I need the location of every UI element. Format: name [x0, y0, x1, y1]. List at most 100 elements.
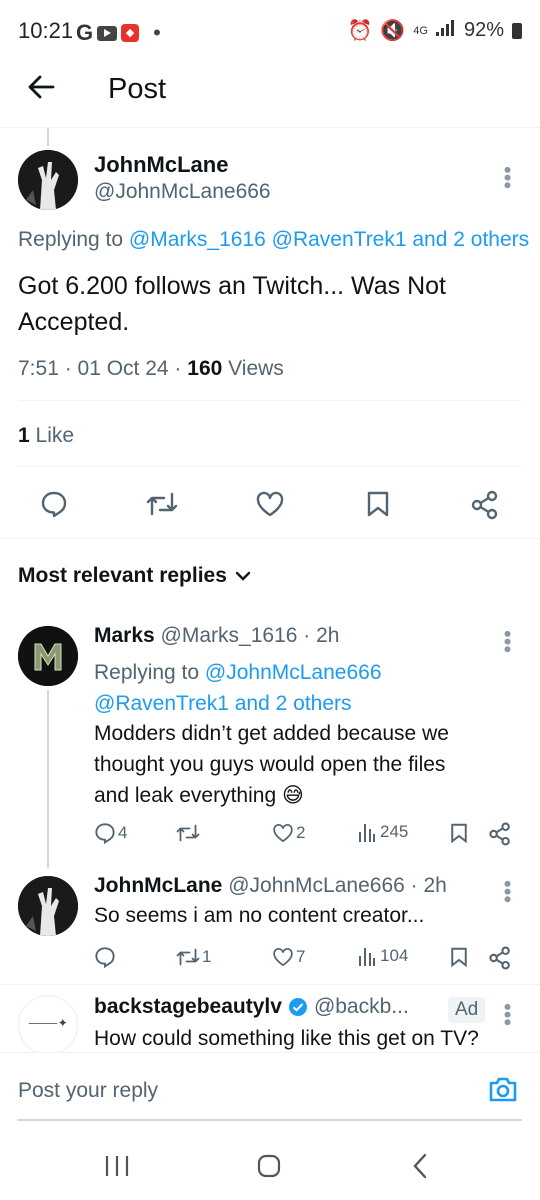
reply-like-button[interactable]: 7: [272, 946, 305, 968]
reply-author-handle[interactable]: @JohnMcLane666 · 2h: [228, 874, 447, 897]
reply-author-name[interactable]: JohnMcLane: [94, 874, 222, 897]
battery-percent: 92%: [463, 19, 504, 41]
reply-text-line: Modders didn’t get added because we: [94, 722, 449, 745]
home-icon: [257, 1154, 281, 1178]
ad-logo-icon: ⸻✦⸻: [28, 1016, 68, 1030]
app-notification-icon: ◆: [121, 24, 140, 42]
status-system-icons: ⏰ 🔇 4G 92%: [347, 18, 522, 43]
recents-icon: [105, 1156, 129, 1176]
reply-input[interactable]: Post your reply: [18, 1079, 158, 1103]
reply-text: So seems i am no content creator...: [94, 904, 425, 927]
more-notifications-dot: •: [153, 20, 161, 45]
share-icon: [489, 822, 510, 846]
verified-badge-icon: [288, 998, 307, 1016]
likes-label: Like: [29, 424, 75, 447]
reply-repost-button[interactable]: 1: [176, 946, 211, 968]
reply-replying-to: Replying to @JohnMcLane666 @RavenTrek1 a…: [94, 657, 382, 719]
reply-repost-button[interactable]: [176, 822, 202, 844]
battery-icon: [512, 22, 522, 39]
replies-sort-dropdown[interactable]: Most relevant replies: [18, 564, 251, 588]
reply-text-line: thought you guys would open the files: [94, 753, 446, 776]
ad-text: How could something like this get on TV?: [94, 1027, 479, 1050]
alarm-icon: ⏰: [347, 20, 373, 42]
post-replying-to: Replying to @Marks_1616 @RavenTrek1 and …: [18, 228, 540, 252]
avatar[interactable]: [18, 876, 78, 936]
replying-targets[interactable]: @Marks_1616 @RavenTrek1 and 2 others: [129, 228, 529, 251]
ad-post[interactable]: ⸻✦⸻ backstagebeautylv @backb... Ad ••• H…: [0, 985, 540, 1052]
like-count: 7: [296, 947, 306, 966]
signal-icon: [435, 19, 456, 42]
back-button[interactable]: [26, 72, 56, 110]
avatar[interactable]: [18, 626, 78, 686]
camera-button[interactable]: [488, 1075, 518, 1108]
home-button[interactable]: [256, 1153, 282, 1184]
mute-icon: 🔇: [380, 20, 406, 42]
views-count: 104: [380, 946, 409, 965]
post-likes[interactable]: 1 Like: [18, 424, 74, 448]
replying-target[interactable]: @JohnMcLane666: [205, 661, 382, 684]
post-text: Got 6.200 follows an Twitch... Was Not A…: [18, 268, 446, 340]
chevron-down-icon: [235, 571, 251, 581]
like-button[interactable]: [255, 490, 285, 518]
system-nav-bar: [0, 1132, 540, 1200]
reply-share-button[interactable]: [488, 946, 512, 975]
reply-share-button[interactable]: [488, 822, 512, 851]
recents-button[interactable]: [104, 1154, 130, 1183]
share-button[interactable]: [470, 490, 500, 520]
repost-icon: [176, 824, 200, 842]
post-views-label: Views: [222, 357, 284, 380]
ad-author-handle[interactable]: @backb...: [314, 995, 409, 1019]
avatar[interactable]: ⸻✦⸻: [18, 995, 78, 1052]
likes-count: 1: [18, 424, 30, 447]
post-author-name[interactable]: JohnMcLane: [94, 152, 228, 178]
post-text-line: Got 6.200 follows an Twitch... Was Not: [18, 272, 446, 300]
post-timestamp: 7:51 · 01 Oct 24 ·: [18, 357, 188, 380]
google-icon: G: [76, 20, 94, 45]
top-app-bar: Post: [0, 60, 540, 128]
reply-icon: [41, 491, 67, 518]
ad-header: backstagebeautylv @backb...: [94, 995, 409, 1019]
reply-more-icon[interactable]: •••: [495, 880, 520, 903]
share-icon: [489, 946, 510, 970]
page-title: Post: [108, 73, 167, 105]
bookmark-button[interactable]: [366, 490, 390, 518]
camera-icon: [489, 1077, 517, 1102]
reply-bookmark-button[interactable]: [450, 946, 468, 973]
youtube-icon: [97, 25, 118, 41]
reply-button[interactable]: [40, 490, 68, 518]
reply-more-icon[interactable]: •••: [495, 630, 520, 653]
ad-more-icon[interactable]: •••: [495, 1003, 520, 1026]
divider: [18, 466, 522, 467]
ad-badge: Ad: [448, 997, 486, 1023]
repost-icon: [176, 948, 200, 966]
heart-icon: [273, 948, 293, 967]
nav-back-button[interactable]: [410, 1152, 430, 1185]
views-icon: [359, 824, 375, 842]
status-time: 10:21: [18, 18, 74, 43]
reply-author-name[interactable]: Marks: [94, 624, 155, 647]
reply-views-button[interactable]: 104: [358, 946, 408, 966]
replying-prefix: Replying to: [18, 228, 129, 251]
reply-icon: [95, 823, 115, 844]
reply-bookmark-button[interactable]: [450, 822, 468, 849]
repost-button[interactable]: [146, 490, 178, 518]
post-author-handle[interactable]: @JohnMcLane666: [94, 180, 271, 204]
post-more-icon[interactable]: •••: [495, 166, 520, 189]
reply-text: Modders didn’t get added because we thou…: [94, 718, 449, 811]
reply-views-button[interactable]: 245: [358, 822, 408, 842]
reply-header: JohnMcLane @JohnMcLane666 · 2h: [94, 874, 447, 898]
heart-icon: [256, 491, 284, 517]
ad-author-name[interactable]: backstagebeautylv: [94, 995, 282, 1019]
replying-target[interactable]: @RavenTrek1 and 2 others: [94, 688, 382, 719]
input-underline: [18, 1119, 522, 1121]
reply-reply-button[interactable]: 4: [94, 822, 127, 844]
reply-like-button[interactable]: 2: [272, 822, 305, 844]
reply-text-line: and leak everything 😅: [94, 784, 304, 807]
reply-author-handle[interactable]: @Marks_1616 · 2h: [161, 624, 340, 647]
avatar[interactable]: [18, 150, 78, 210]
heart-icon: [273, 824, 293, 843]
chevron-left-icon: [413, 1153, 427, 1179]
reply-reply-button[interactable]: [94, 946, 118, 968]
repost-count: 1: [202, 947, 212, 966]
post-meta: 7:51 · 01 Oct 24 · 160 Views: [18, 357, 284, 381]
